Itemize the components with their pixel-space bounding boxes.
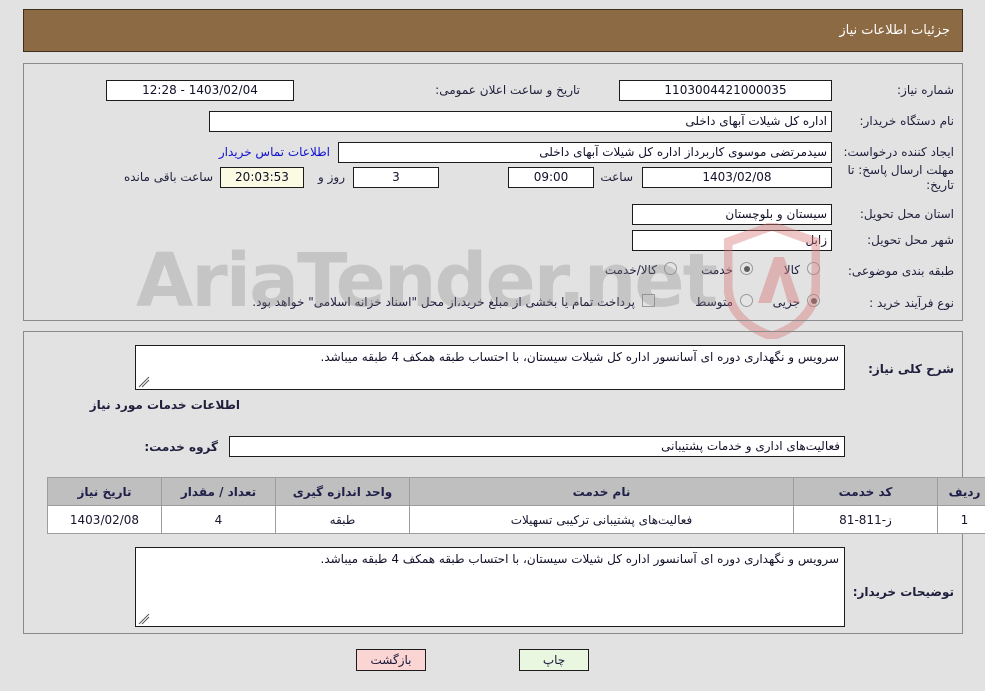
th-unit: واحد اندازه گیری: [275, 477, 410, 506]
th-need-date: تاریخ نیاز: [47, 477, 162, 506]
th-service-name: نام خدمت: [409, 477, 794, 506]
need-summary-panel: [23, 63, 963, 321]
table-header-row: ردیف کد خدمت نام خدمت واحد اندازه گیری ت…: [47, 477, 985, 506]
th-service-code: کد خدمت: [793, 477, 938, 506]
table-row: 1 ز-811-81 فعالیت‌های پشتیبانی ترکیبی تس…: [47, 505, 985, 534]
need-details-page: AriaTender.net جزئیات اطلاعات نیاز شماره…: [0, 0, 985, 691]
th-quantity: تعداد / مقدار: [161, 477, 276, 506]
services-table: ردیف کد خدمت نام خدمت واحد اندازه گیری ت…: [47, 477, 985, 534]
back-button[interactable]: بازگشت: [356, 649, 426, 671]
cell-service-code: ز-811-81: [793, 505, 938, 534]
cell-need-date: 1403/02/08: [47, 505, 162, 534]
page-header-bar: جزئیات اطلاعات نیاز: [23, 9, 963, 52]
cell-row-no: 1: [937, 505, 985, 534]
cell-quantity: 4: [161, 505, 276, 534]
print-button[interactable]: چاپ: [519, 649, 589, 671]
cell-service-name: فعالیت‌های پشتیبانی ترکیبی تسهیلات: [409, 505, 794, 534]
th-row-no: ردیف: [937, 477, 985, 506]
page-title: جزئیات اطلاعات نیاز: [839, 23, 950, 38]
cell-unit: طبقه: [275, 505, 410, 534]
